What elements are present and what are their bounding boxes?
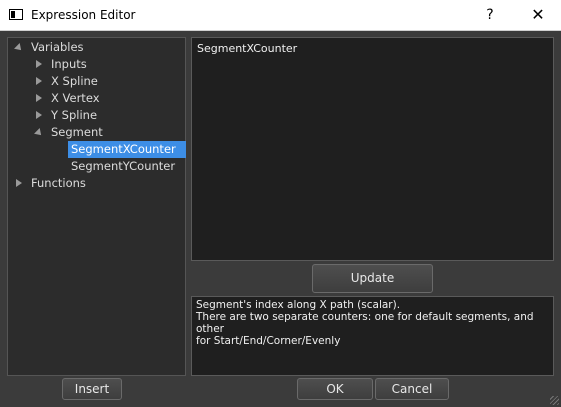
variables-tree[interactable]: Variables Inputs X Spline X Vertex Y Spl…: [7, 37, 186, 376]
help-button[interactable]: ?: [467, 0, 513, 30]
insert-button[interactable]: Insert: [62, 378, 122, 400]
description-line: Segment's index along X path (scalar).: [196, 299, 401, 311]
update-button[interactable]: Update: [312, 264, 433, 293]
expression-text: SegmentXCounter: [197, 42, 298, 55]
tree-item-label: SegmentXCounter: [71, 142, 176, 156]
tree-item-label: Variables: [31, 40, 84, 54]
cancel-button[interactable]: Cancel: [375, 378, 449, 400]
expression-input[interactable]: SegmentXCounter: [191, 37, 554, 261]
collapse-arrow-icon[interactable]: [16, 179, 22, 187]
description-line: for Start/End/Corner/Evenly: [196, 335, 341, 347]
tree-item-segment-x-counter[interactable]: SegmentXCounter: [68, 141, 186, 158]
collapse-arrow-icon[interactable]: [36, 60, 42, 68]
tree-item-label: X Spline: [51, 74, 98, 88]
tree-item-segment-y-counter[interactable]: SegmentYCounter: [71, 158, 175, 175]
tree-item-label: X Vertex: [51, 91, 100, 105]
collapse-arrow-icon[interactable]: [36, 94, 42, 102]
tree-item-label: Y Spline: [51, 108, 98, 122]
resize-grip-icon[interactable]: [550, 396, 559, 405]
description-line: There are two separate counters: one for…: [196, 311, 534, 335]
tree-item-label: SegmentYCounter: [71, 159, 176, 173]
expand-arrow-icon[interactable]: [34, 128, 44, 138]
close-button[interactable]: ✕: [515, 0, 561, 30]
tree-item-label: Inputs: [51, 57, 87, 71]
expand-arrow-icon[interactable]: [14, 43, 24, 53]
title-bar: Expression Editor ? ✕: [0, 0, 561, 31]
ok-button[interactable]: OK: [297, 378, 373, 400]
tree-item-label: Segment: [51, 125, 103, 139]
collapse-arrow-icon[interactable]: [36, 111, 42, 119]
tree-item-label: Functions: [31, 176, 86, 190]
description-panel: Segment's index along X path (scalar). T…: [191, 296, 554, 376]
window-title: Expression Editor: [31, 8, 136, 22]
collapse-arrow-icon[interactable]: [36, 77, 42, 85]
window-icon: [9, 9, 23, 20]
